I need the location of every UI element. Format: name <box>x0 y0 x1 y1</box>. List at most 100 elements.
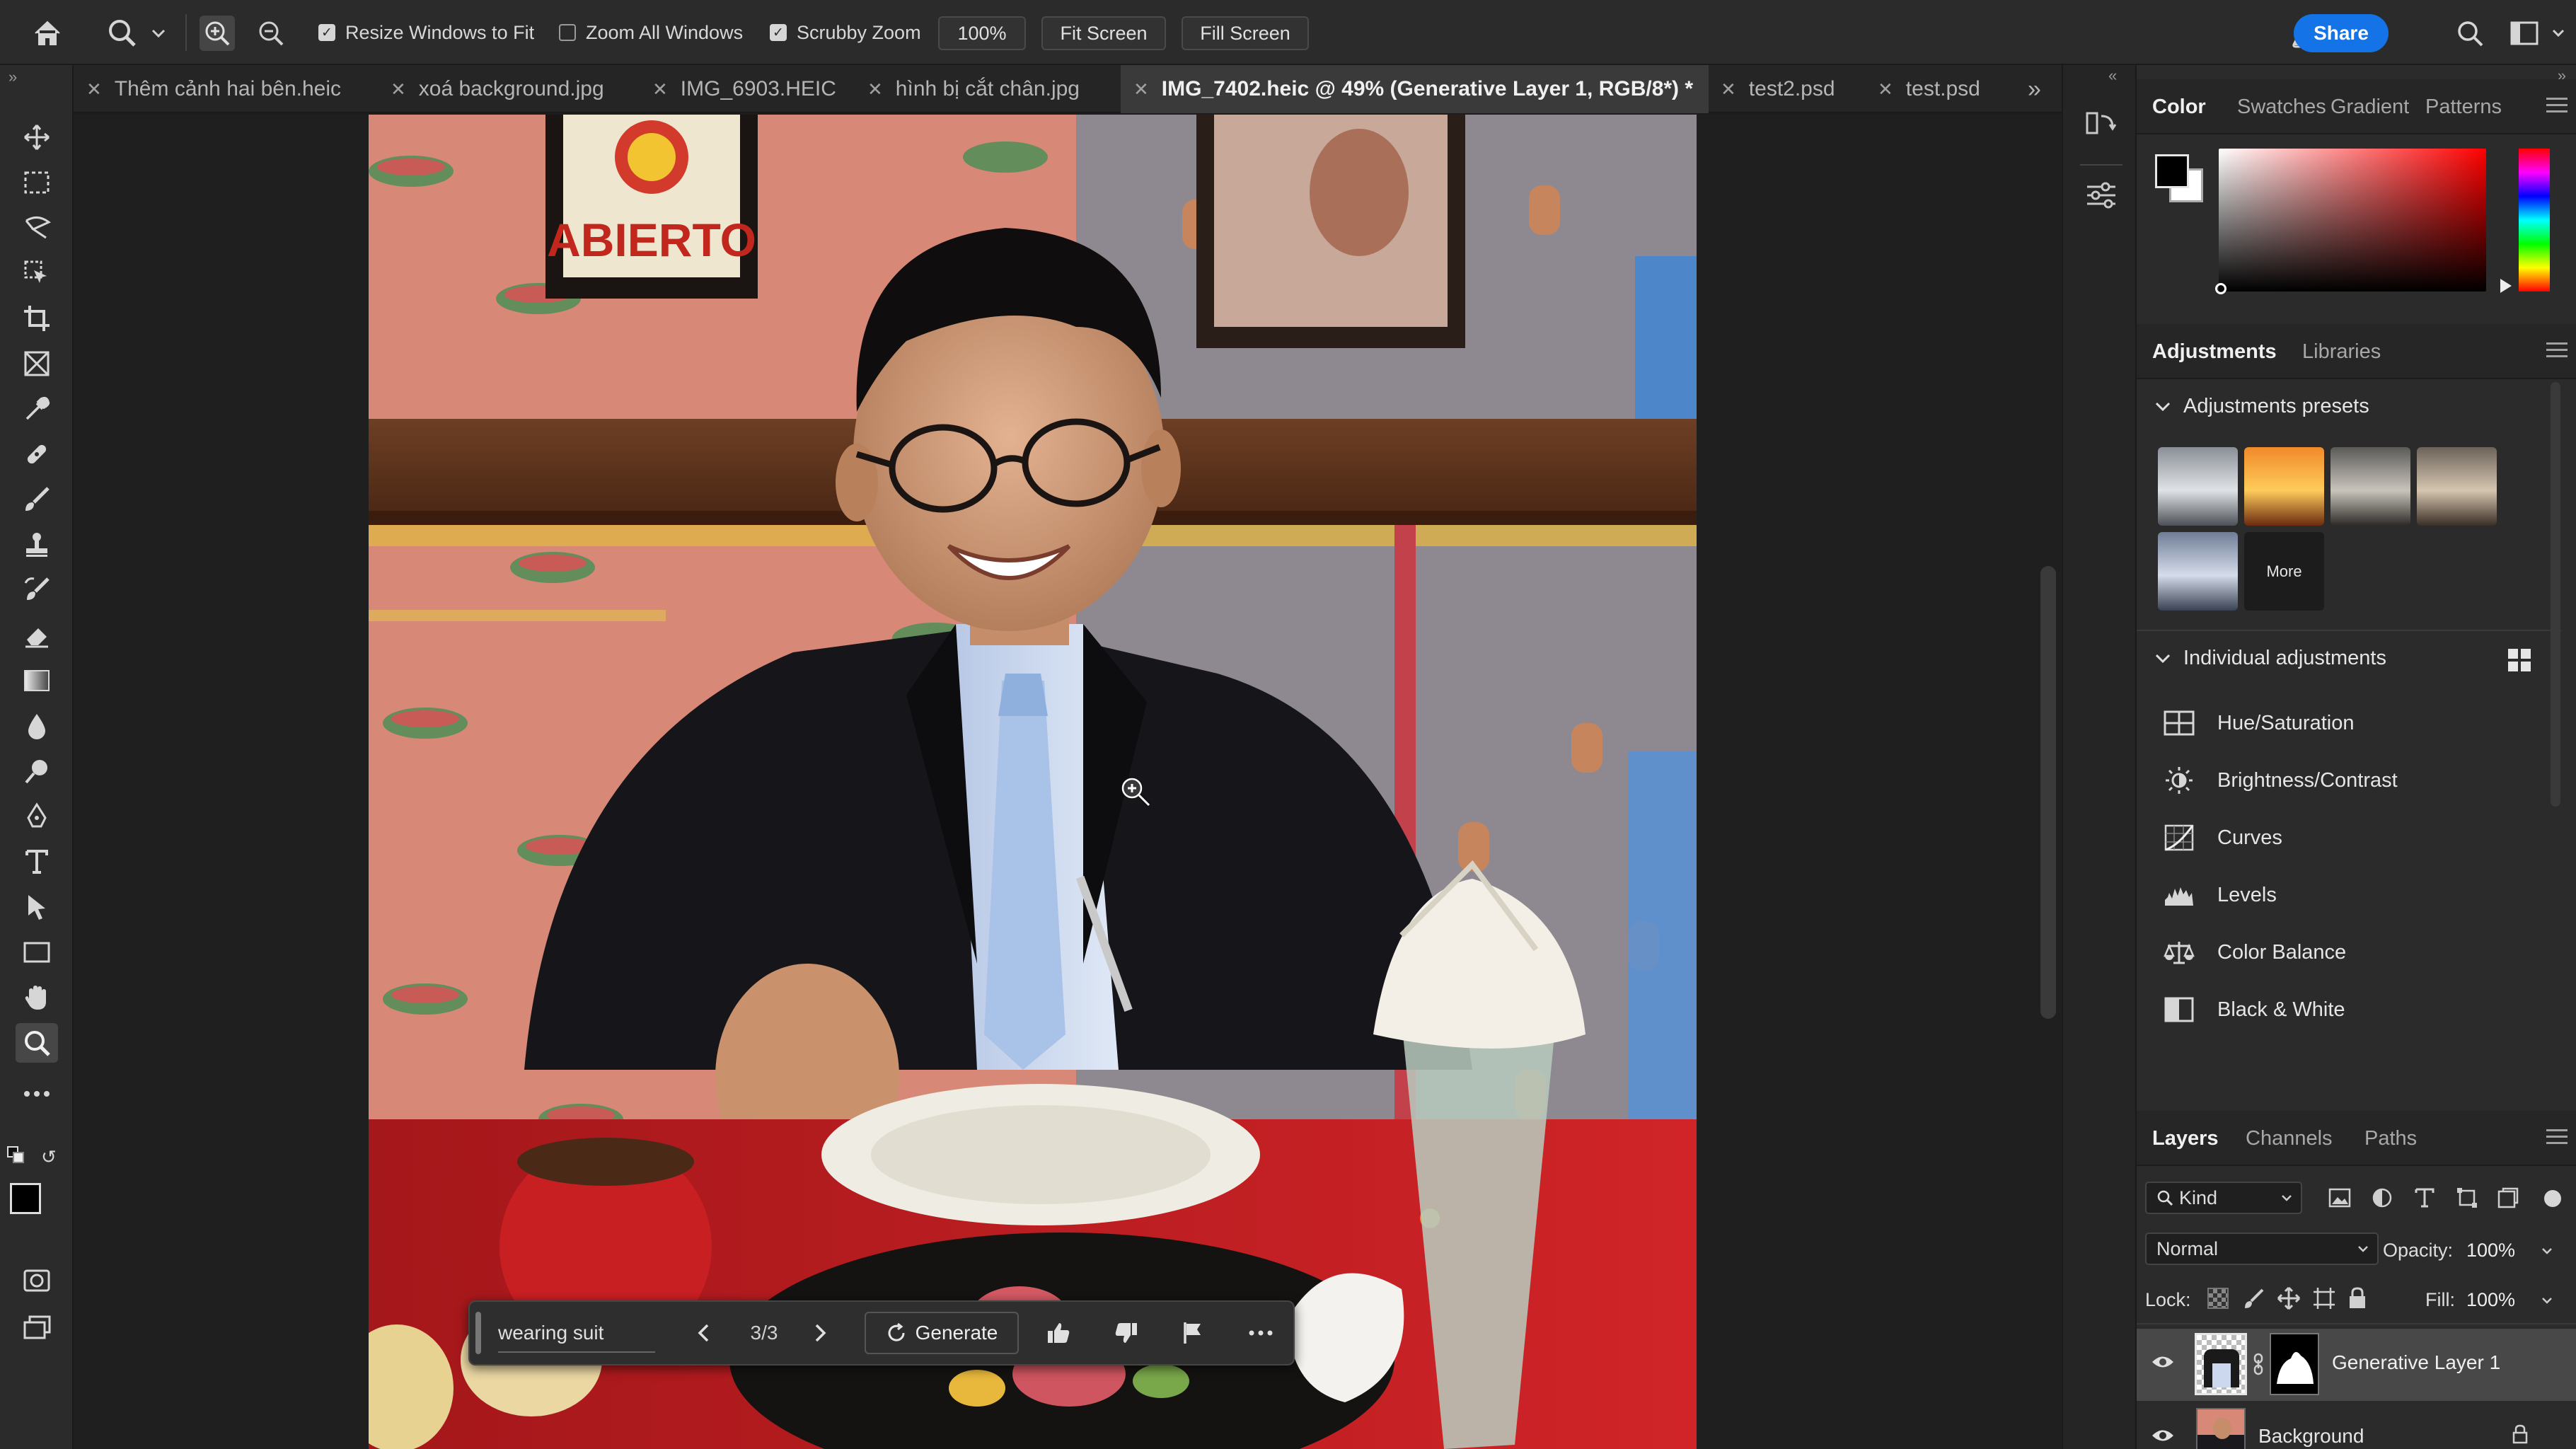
zoom-in-icon[interactable] <box>200 16 235 51</box>
brush-tool-icon[interactable] <box>16 480 58 519</box>
frame-tool-icon[interactable] <box>16 344 58 383</box>
collapse-strip-icon[interactable]: « <box>2108 67 2117 85</box>
default-colors-icon[interactable] <box>7 1146 25 1165</box>
adjustments-presets-header[interactable]: Adjustments presets <box>2155 395 2369 418</box>
layer-name[interactable]: Generative Layer 1 <box>2332 1351 2500 1374</box>
filter-toggle[interactable] <box>2544 1190 2561 1207</box>
type-tool-icon[interactable] <box>16 842 58 882</box>
eyedropper-tool-icon[interactable] <box>16 389 58 429</box>
clone-stamp-tool-icon[interactable] <box>16 525 58 565</box>
tab-document-active[interactable]: ✕ IMG_7402.heic @ 49% (Generative Layer 1… <box>1121 65 1709 113</box>
preset-thumbnail-1[interactable] <box>2158 447 2238 526</box>
tab-libraries[interactable]: Libraries <box>2302 324 2381 379</box>
eraser-tool-icon[interactable] <box>16 616 58 655</box>
scrubby-zoom-checkbox[interactable]: ✓ <box>770 24 787 41</box>
tab-patterns[interactable]: Patterns <box>2425 79 2502 134</box>
previous-variation-icon[interactable] <box>682 1302 724 1364</box>
chevron-down-icon[interactable] <box>144 16 173 51</box>
color-foreground-swatch[interactable] <box>2155 154 2189 188</box>
preset-thumbnail-5[interactable] <box>2158 532 2238 611</box>
blend-mode-select[interactable]: Normal <box>2145 1232 2379 1265</box>
zoom-tool-icon[interactable] <box>16 1023 58 1063</box>
adjustments-scrollbar[interactable] <box>2551 382 2560 807</box>
report-flag-icon[interactable] <box>1170 1302 1215 1364</box>
mask-link-icon[interactable] <box>2253 1353 2264 1379</box>
color-picker-field[interactable] <box>2219 149 2486 291</box>
preset-thumbnail-4[interactable] <box>2417 447 2497 526</box>
tab-adjustments[interactable]: Adjustments <box>2152 324 2277 379</box>
scrubby-zoom-option[interactable]: ✓ Scrubby Zoom <box>770 0 921 65</box>
adjustment-color-balance[interactable]: Color Balance <box>2162 931 2346 974</box>
tab-channels[interactable]: Channels <box>2246 1111 2333 1166</box>
resize-windows-option[interactable]: ✓ Resize Windows to Fit <box>318 0 534 65</box>
layer-filter-kind[interactable]: Kind <box>2145 1182 2302 1214</box>
tab-document-7[interactable]: ✕ test.psd <box>1878 65 1980 113</box>
history-panel-icon[interactable] <box>2084 106 2118 140</box>
document-image[interactable]: ABIERTO <box>369 115 1697 1449</box>
filter-adjustment-icon[interactable] <box>2370 1186 2394 1210</box>
preset-thumbnail-3[interactable] <box>2330 447 2410 526</box>
layer-row-generative[interactable]: Generative Layer 1 <box>2137 1329 2576 1401</box>
adjustment-levels[interactable]: Levels <box>2162 874 2277 916</box>
filter-smart-object-icon[interactable] <box>2496 1186 2520 1210</box>
layer-thumbnail[interactable] <box>2195 1333 2247 1395</box>
opacity-value[interactable]: 100% <box>2466 1240 2515 1262</box>
adjustment-black-white[interactable]: Black & White <box>2162 988 2345 1031</box>
adjustments-panel-menu-icon[interactable] <box>2546 342 2568 361</box>
path-selection-tool-icon[interactable] <box>16 887 58 927</box>
lasso-tool-icon[interactable] <box>16 208 58 248</box>
gradient-tool-icon[interactable] <box>16 661 58 700</box>
tab-document-2[interactable]: ✕ xoá background.jpg <box>391 65 604 113</box>
zoom-percentage-field[interactable]: 100% <box>938 16 1026 50</box>
foreground-color-swatch[interactable] <box>10 1183 41 1214</box>
fill-chevron-icon[interactable] <box>2541 1295 2553 1307</box>
zoom-out-icon[interactable] <box>253 16 289 51</box>
lock-position-icon[interactable] <box>2277 1286 2301 1314</box>
marquee-tool-icon[interactable] <box>16 163 58 202</box>
object-selection-tool-icon[interactable] <box>16 253 58 293</box>
filter-shape-icon[interactable] <box>2455 1186 2479 1210</box>
visibility-eye-icon[interactable] <box>2151 1354 2175 1373</box>
tab-swatches[interactable]: Swatches <box>2237 79 2326 134</box>
color-panel-menu-icon[interactable] <box>2546 98 2568 116</box>
grid-view-icon[interactable] <box>2507 648 2531 672</box>
tab-document-4[interactable]: ✕ hình bị cắt chân.jpg <box>867 65 1080 113</box>
filter-pixel-icon[interactable] <box>2328 1186 2352 1210</box>
resize-windows-checkbox[interactable]: ✓ <box>318 24 335 41</box>
prompt-input[interactable]: wearing suit <box>487 1302 657 1364</box>
fill-value[interactable]: 100% <box>2466 1289 2515 1311</box>
canvas-scrollbar[interactable] <box>2040 566 2056 1019</box>
close-icon[interactable]: ✕ <box>1878 79 1893 100</box>
next-variation-icon[interactable] <box>799 1302 842 1364</box>
share-button[interactable]: Share <box>2294 14 2389 52</box>
fit-screen-button[interactable]: Fit Screen <box>1041 16 1166 50</box>
zoom-all-windows-checkbox[interactable] <box>559 24 576 41</box>
preset-thumbnail-2[interactable] <box>2244 447 2324 526</box>
hand-tool-icon[interactable] <box>16 978 58 1017</box>
lock-image-icon[interactable] <box>2243 1288 2265 1314</box>
close-icon[interactable]: ✕ <box>86 79 102 100</box>
collapse-tools-icon[interactable]: » <box>8 68 17 86</box>
drag-handle[interactable] <box>475 1312 481 1354</box>
lock-all-icon[interactable] <box>2347 1286 2367 1314</box>
swap-colors-icon[interactable]: ↺ <box>41 1146 57 1168</box>
tab-document-1[interactable]: ✕ Thêm cảnh hai bên.heic <box>86 65 341 113</box>
pen-tool-icon[interactable] <box>16 797 58 836</box>
layers-panel-menu-icon[interactable] <box>2546 1129 2568 1148</box>
layer-row-background[interactable]: Background <box>2137 1402 2576 1449</box>
history-brush-tool-icon[interactable] <box>16 570 58 610</box>
thumbs-up-icon[interactable] <box>1036 1302 1081 1364</box>
more-tabs-icon[interactable]: » <box>2028 65 2041 113</box>
workspace-chevron-icon[interactable] <box>2544 16 2572 51</box>
quick-mask-icon[interactable] <box>16 1261 58 1300</box>
close-icon[interactable]: ✕ <box>652 79 668 100</box>
healing-brush-tool-icon[interactable] <box>16 434 58 474</box>
tab-gradient[interactable]: Gradient <box>2330 79 2409 134</box>
properties-panel-icon[interactable] <box>2084 178 2118 212</box>
individual-adjustments-header[interactable]: Individual adjustments <box>2155 647 2386 670</box>
generate-button[interactable]: Generate <box>865 1312 1019 1354</box>
adjustment-brightness-contrast[interactable]: Brightness/Contrast <box>2162 759 2398 802</box>
visibility-eye-icon[interactable] <box>2151 1428 2175 1447</box>
more-options-icon[interactable] <box>1238 1302 1283 1364</box>
screen-mode-icon[interactable] <box>16 1307 58 1347</box>
